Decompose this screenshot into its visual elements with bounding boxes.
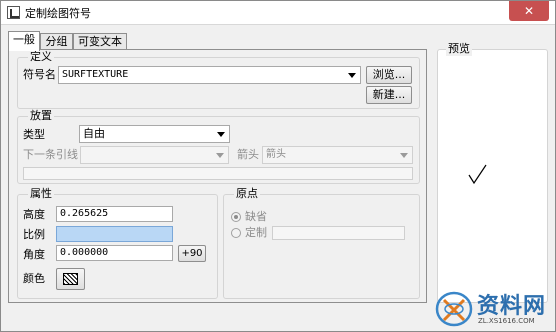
next-leader-combo[interactable] [80,146,229,164]
browse-button[interactable]: 浏览... [366,66,412,84]
definition-legend: 定义 [28,50,54,64]
origin-default-label: 缺省 [245,210,267,223]
scale-label: 比例 [23,228,45,241]
preview-panel: 预览 [437,42,548,303]
scale-input[interactable] [56,226,173,242]
angle-label: 角度 [23,248,45,261]
close-icon: ✕ [523,4,535,18]
dropdown-arrow-icon [216,153,224,158]
type-label: 类型 [23,128,45,141]
watermark-logo-icon [435,291,473,327]
attributes-legend: 属性 [28,187,54,201]
watermark-url: ZL.XS1616.COM [478,317,535,325]
type-combo[interactable]: 自由 [79,125,230,143]
app-icon [7,6,20,19]
new-button[interactable]: 新建... [366,86,412,104]
arrow-style-combo[interactable]: 箭头 [262,146,413,164]
symbol-name-combo[interactable]: SURFTEXTURE [58,66,361,84]
origin-default-radio[interactable] [231,212,241,222]
type-value: 自由 [83,127,105,140]
watermark-brand: 资料网 [477,294,547,319]
color-button[interactable] [56,268,85,290]
title-bar: 定制绘图符号 ✕ [1,1,555,25]
dropdown-arrow-icon [217,132,225,137]
custom-symbol-dialog: 定制绘图符号 ✕ 一般 分组 可变文本 定义 符号名 SURFTEXTURE 浏… [0,0,556,332]
close-button[interactable]: ✕ [509,1,549,21]
symbol-name-value: SURFTEXTURE [62,69,129,80]
origin-custom-radio[interactable] [231,228,241,238]
tab-group[interactable]: 分组 [40,33,73,50]
surface-texture-symbol-icon [468,164,487,185]
placement-legend: 放置 [28,109,54,123]
arrow-style-value: 箭头 [266,149,286,160]
color-label: 颜色 [23,272,45,285]
general-tab-panel: 定义 符号名 SURFTEXTURE 浏览... 新建... 放置 类型 自由 … [8,49,427,303]
rotate-90-button[interactable]: +90 [178,245,206,262]
origin-custom-input [272,226,405,240]
dropdown-arrow-icon [400,153,408,158]
angle-input[interactable]: 0.000000 [56,245,173,261]
symbol-name-label: 符号名 [23,68,56,81]
next-leader-label: 下一条引线 [23,148,78,161]
watermark: 资料网 ZL.XS1616.COM [434,284,556,332]
placement-info-field [23,167,413,180]
tab-variable-text[interactable]: 可变文本 [73,33,127,50]
arrow-label: 箭头 [237,148,259,161]
color-swatch-icon [63,273,78,285]
height-label: 高度 [23,208,45,221]
window-title: 定制绘图符号 [25,7,91,20]
height-input[interactable]: 0.265625 [56,206,173,222]
preview-legend: 预览 [446,42,472,56]
tab-general[interactable]: 一般 [8,31,40,51]
origin-legend: 原点 [234,187,260,201]
origin-custom-label: 定制 [245,226,267,239]
dropdown-arrow-icon [348,73,356,78]
